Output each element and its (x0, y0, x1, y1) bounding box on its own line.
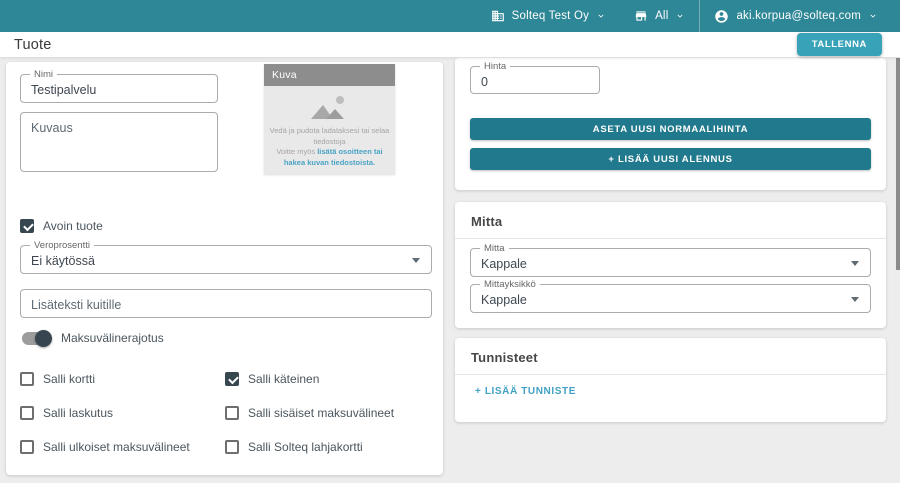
payment-restriction-label: Maksuvälinerajotus (61, 331, 164, 345)
store-name: All (655, 10, 668, 22)
allow-card-label: Salli kortti (43, 372, 95, 386)
payment-restriction-toggle-row[interactable]: Maksuvälinerajotus (22, 331, 164, 345)
allow-internal-checkbox[interactable] (225, 406, 239, 420)
store-selector[interactable]: All (620, 0, 699, 32)
add-discount-button[interactable]: + LISÄÄ UUSI ALENNUS (470, 148, 871, 170)
image-dropzone[interactable]: Vedä ja pudota ladataksesi tai selaa tie… (264, 86, 395, 174)
set-price-button[interactable]: ASETA UUSI NORMAALIHINTA (470, 118, 871, 140)
dropdown-arrow-icon (412, 258, 420, 263)
building-icon (491, 9, 505, 23)
allow-cash-row[interactable]: Salli käteinen (225, 372, 319, 386)
allow-invoice-checkbox[interactable] (20, 406, 34, 420)
tags-section-title: Tunnisteet (455, 338, 886, 374)
allow-external-label: Salli ulkoiset maksuvälineet (43, 440, 190, 454)
allow-external-row[interactable]: Salli ulkoiset maksuvälineet (20, 440, 190, 454)
description-input[interactable] (21, 113, 217, 171)
allow-card-checkbox[interactable] (20, 372, 34, 386)
section-divider (455, 374, 886, 375)
allow-cash-label: Salli käteinen (248, 372, 319, 386)
tax-select[interactable]: Veroprosentti Ei käytössä (20, 245, 432, 274)
allow-internal-label: Salli sisäiset maksuvälineet (248, 406, 394, 420)
upload-alt-text: Voitte myös lisätä osoitteen tai hakea k… (269, 147, 390, 168)
unit-select[interactable]: Mittayksikkö Kappale (470, 284, 871, 313)
store-icon (634, 9, 648, 23)
price-field[interactable]: Hinta (470, 66, 600, 94)
chevron-down-icon (675, 11, 685, 21)
payment-restriction-toggle[interactable] (22, 332, 49, 345)
upload-alt-prefix: Voitte myös (276, 147, 317, 156)
measure-section-title: Mitta (455, 202, 886, 238)
price-card: Hinta ASETA UUSI NORMAALIHINTA + LISÄÄ U… (455, 58, 886, 190)
image-upload: Kuva Vedä ja pudota ladataksesi tai sela… (264, 64, 395, 174)
top-bar: Solteq Test Oy All aki.korpua@solteq.com (0, 0, 900, 32)
add-tag-link[interactable]: + LISÄÄ TUNNISTE (475, 386, 576, 397)
section-divider (455, 238, 886, 239)
company-selector[interactable]: Solteq Test Oy (477, 0, 620, 32)
receipt-text-field[interactable] (20, 289, 432, 318)
dropdown-arrow-icon (851, 297, 859, 302)
measure-card: Mitta Mitta Kappale Mittayksikkö Kappale (455, 202, 886, 328)
name-field-label: Nimi (30, 69, 57, 80)
allow-giftcard-row[interactable]: Salli Solteq lahjakortti (225, 440, 363, 454)
vertical-scrollbar[interactable] (896, 58, 900, 270)
content-area: Nimi Kuva Vedä ja pudota ladataksesi tai… (0, 58, 900, 483)
company-name: Solteq Test Oy (512, 10, 589, 22)
chevron-down-icon (868, 11, 878, 21)
chevron-down-icon (596, 11, 606, 21)
app-header: Tuote TALLENNA (0, 32, 900, 58)
user-menu[interactable]: aki.korpua@solteq.com (700, 0, 892, 32)
user-icon (714, 9, 729, 24)
upload-drop-text: Vedä ja pudota ladataksesi tai selaa tie… (269, 126, 390, 147)
allow-giftcard-checkbox[interactable] (225, 440, 239, 454)
image-upload-title: Kuva (264, 64, 395, 86)
image-placeholder-icon (309, 94, 351, 120)
user-email: aki.korpua@solteq.com (736, 10, 861, 22)
page-title: Tuote (14, 37, 52, 53)
allow-card-row[interactable]: Salli kortti (20, 372, 95, 386)
measure-select-value: Kappale (471, 249, 870, 271)
dropdown-arrow-icon (851, 261, 859, 266)
allow-cash-checkbox[interactable] (225, 372, 239, 386)
unit-select-label: Mittayksikkö (480, 279, 540, 290)
save-button[interactable]: TALLENNA (797, 33, 882, 56)
product-details-card: Nimi Kuva Vedä ja pudota ladataksesi tai… (6, 62, 443, 475)
tags-card: Tunnisteet + LISÄÄ TUNNISTE (455, 338, 886, 422)
allow-external-checkbox[interactable] (20, 440, 34, 454)
measure-select[interactable]: Mitta Kappale (470, 248, 871, 277)
tax-select-label: Veroprosentti (30, 240, 94, 251)
receipt-text-input[interactable] (21, 290, 431, 317)
toggle-knob (35, 330, 52, 347)
allow-invoice-row[interactable]: Salli laskutus (20, 406, 113, 420)
allow-giftcard-label: Salli Solteq lahjakortti (248, 440, 363, 454)
description-field[interactable] (20, 112, 218, 172)
measure-select-label: Mitta (480, 243, 509, 254)
open-product-checkbox[interactable] (20, 219, 34, 233)
allow-invoice-label: Salli laskutus (43, 406, 113, 420)
open-product-checkbox-row[interactable]: Avoin tuote (20, 219, 103, 233)
price-field-label: Hinta (480, 61, 510, 72)
allow-internal-row[interactable]: Salli sisäiset maksuvälineet (225, 406, 394, 420)
open-product-label: Avoin tuote (43, 219, 103, 233)
name-field[interactable]: Nimi (20, 74, 218, 103)
